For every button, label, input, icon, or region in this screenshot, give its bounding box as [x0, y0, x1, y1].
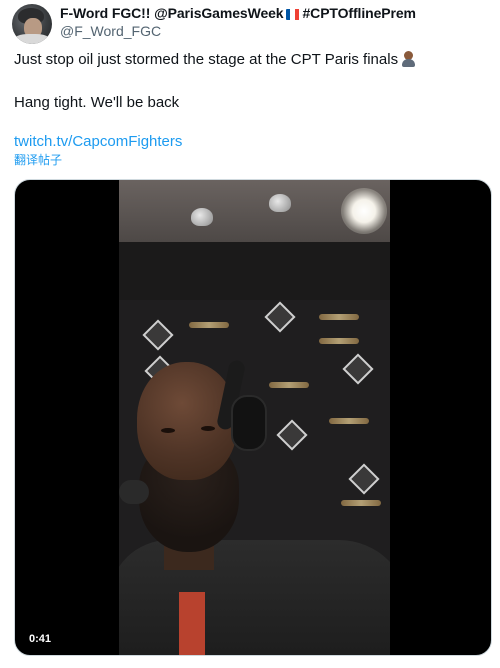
backdrop-wordmark [319, 338, 359, 344]
avatar[interactable] [12, 4, 52, 44]
backdrop-wordmark [189, 322, 229, 328]
tweet-text-line1: Just stop oil just stormed the stage at … [14, 50, 416, 70]
backdrop-wordmark [269, 382, 309, 388]
display-name-text: F-Word FGC!! @ParisGamesWeek [60, 5, 284, 21]
tweet-text-line1-content: Just stop oil just stormed the stage at … [14, 51, 399, 68]
backdrop-logo [264, 301, 296, 333]
person-eye [201, 426, 215, 431]
person-facepalming-emoji-icon [401, 51, 416, 67]
author-handle[interactable]: @F_Word_FGC [60, 22, 490, 40]
video-duration-badge: 0:41 [24, 629, 57, 649]
author-display-name[interactable]: F-Word FGC!! @ParisGamesWeek #CPTOfflineP… [60, 4, 490, 22]
video-player[interactable]: 0:41 [14, 179, 492, 656]
backdrop-logo [348, 463, 380, 495]
person-red-undershirt [179, 592, 205, 655]
video-frame[interactable] [119, 180, 390, 655]
tweet-link[interactable]: twitch.tv/CapcomFighters [14, 132, 182, 152]
headset-earcup [231, 395, 267, 451]
backdrop-wordmark [329, 418, 369, 424]
display-name-hashtag: #CPTOfflinePrem [302, 5, 416, 21]
backdrop-logo [276, 419, 308, 451]
france-flag-icon [285, 9, 300, 20]
person-eye [161, 428, 175, 433]
backdrop-logo [142, 319, 174, 351]
tweet-header: F-Word FGC!! @ParisGamesWeek #CPTOfflineP… [12, 4, 492, 44]
person-shirt [119, 540, 390, 655]
author-names: F-Word FGC!! @ParisGamesWeek #CPTOfflineP… [60, 4, 490, 40]
tweet-text-line2: Hang tight. We'll be back [14, 94, 180, 111]
translate-post-button[interactable]: 翻译帖子 [14, 153, 62, 167]
avatar-shirt [14, 34, 50, 44]
backdrop-logo [342, 353, 374, 385]
video-stage-lamp [269, 194, 291, 212]
headset-microphone [119, 480, 149, 504]
video-stage-lamp [191, 208, 213, 226]
video-spotlight [341, 188, 387, 234]
backdrop-wordmark [341, 500, 381, 506]
video-stage-shadow [119, 242, 390, 302]
backdrop-wordmark [319, 314, 359, 320]
